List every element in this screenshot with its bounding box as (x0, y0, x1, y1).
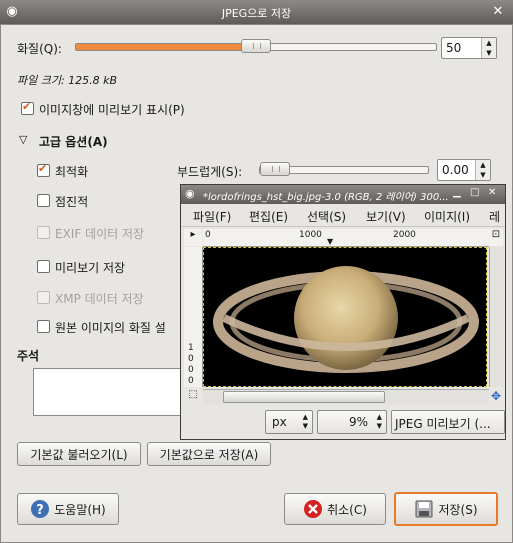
quality-spinbox[interactable]: 50 ▲ ▼ (441, 37, 497, 59)
cancel-button[interactable]: 취소(C) (284, 493, 386, 525)
unit-spin-icon: ▲ ▼ (302, 413, 308, 430)
smoothing-value: 0.00 (442, 163, 469, 177)
help-icon: ? (31, 500, 50, 518)
horizontal-ruler: 0 1000 2000 ▼ (203, 229, 489, 247)
svg-text:?: ? (36, 503, 44, 518)
zoom-value: 9% (348, 415, 368, 429)
vertical-scrollbar[interactable] (489, 247, 504, 387)
ruler-h-label: 2000 (393, 230, 416, 240)
quality-value: 50 (446, 41, 462, 55)
close-icon[interactable]: ✕ (488, 187, 496, 198)
menu-view[interactable]: 보기(V) (366, 208, 406, 225)
unit-value: px (272, 415, 287, 429)
save-label: 저장(S) (438, 502, 478, 517)
horizontal-scrollbar[interactable] (203, 389, 489, 404)
save-xmp-label: XMP 데이터 저장 (55, 292, 144, 306)
maximize-icon[interactable]: □ (470, 187, 479, 198)
save-defaults-label: 기본값으로 저장(A) (159, 447, 259, 462)
navigate-icon[interactable]: ✥ (489, 389, 503, 403)
image-canvas[interactable] (203, 247, 487, 387)
quality-slider[interactable] (75, 39, 437, 53)
zoom-spin-icon: ▲ ▼ (376, 413, 382, 430)
ruler-h-label: 1000 (299, 230, 322, 240)
window-titlebar: ◉ JPEG으로 저장 ✕ (0, 0, 513, 25)
save-xmp-checkbox (37, 291, 50, 304)
optimize-checkbox[interactable] (37, 162, 50, 177)
floppy-disk-icon (415, 500, 433, 518)
ruler-v-label: 0 (188, 376, 194, 386)
zoom-selector[interactable]: 9% ▲ ▼ (317, 410, 387, 434)
ruler-v-label: 0 (188, 365, 194, 375)
ruler-v-label: 0 (188, 354, 194, 364)
ruler-v-label: 1 (188, 343, 194, 353)
help-button[interactable]: ? 도움말(H) (17, 493, 119, 525)
quick-mask-icon[interactable]: ⬚ (184, 389, 202, 403)
expander-arrow-icon[interactable]: ▽ (19, 133, 27, 146)
quality-slider-thumb[interactable] (241, 39, 271, 53)
smoothing-spinbox[interactable]: 0.00 ▲ ▼ (437, 159, 491, 181)
original-quality-label[interactable]: 원본 이미지의 화질 설 (55, 319, 166, 336)
save-button[interactable]: 저장(S) (394, 492, 498, 526)
menu-edit[interactable]: 편집(E) (249, 208, 288, 225)
original-quality-checkbox[interactable] (37, 320, 50, 333)
preview-window-titlebar: ◉ *lordofrings_hst_big.jpg-3.0 (RGB, 2 레… (181, 185, 505, 204)
quality-spin-buttons[interactable]: ▲ ▼ (481, 38, 496, 58)
smoothing-slider[interactable] (259, 162, 429, 176)
load-defaults-label: 기본값 불러오기(L) (30, 447, 128, 462)
progressive-label[interactable]: 점진적 (55, 193, 88, 210)
smoothing-slider-thumb[interactable] (260, 162, 290, 176)
smoothing-label: 부드럽게(S): (177, 165, 243, 179)
ruler-h-label: 0 (205, 230, 211, 240)
minimize-icon[interactable]: ▁ (453, 187, 461, 198)
preview-image-window: ◉ *lordofrings_hst_big.jpg-3.0 (RGB, 2 레… (180, 184, 506, 440)
smoothing-spin-buttons[interactable]: ▲ ▼ (475, 160, 490, 180)
file-size: 파일 크기: 125.8 kB (17, 74, 118, 87)
ruler-corner-arrow-icon[interactable]: ▸ (184, 229, 202, 246)
comment-textarea[interactable] (33, 368, 183, 416)
save-defaults-button[interactable]: 기본값으로 저장(A) (147, 442, 271, 466)
status-message: JPEG 미리보기 (... (391, 410, 505, 434)
comment-label: 주석 (17, 349, 40, 363)
status-text: JPEG 미리보기 (... (395, 417, 491, 431)
horizontal-scroll-thumb[interactable] (223, 391, 385, 403)
ruler-pointer-icon: ▼ (327, 237, 334, 246)
cancel-label: 취소(C) (327, 502, 367, 517)
saturn-image (204, 248, 486, 386)
quality-label: 화질(Q): (17, 42, 62, 56)
vertical-ruler: 1 0 0 0 (184, 247, 203, 387)
help-label: 도움말(H) (54, 502, 106, 517)
eye-icon[interactable]: ◉ (185, 187, 195, 200)
menu-select[interactable]: 선택(S) (307, 208, 346, 225)
menu-layer[interactable]: 레 (489, 208, 500, 225)
save-exif-checkbox (37, 226, 50, 239)
cancel-icon (304, 500, 323, 518)
preview-menubar: 파일(F) 편집(E) 선택(S) 보기(V) 이미지(I) 레 (181, 204, 505, 227)
save-exif-label: EXIF 데이터 저장 (55, 227, 145, 241)
menu-file[interactable]: 파일(F) (193, 208, 231, 225)
preview-window-title: *lordofrings_hst_big.jpg-3.0 (RGB, 2 레이어… (203, 192, 449, 203)
window-title: JPEG으로 저장 (221, 7, 292, 20)
menu-image[interactable]: 이미지(I) (424, 208, 470, 225)
unit-selector[interactable]: px ▲ ▼ (265, 410, 313, 434)
optimize-label[interactable]: 최적화 (55, 163, 88, 180)
show-preview-checkbox[interactable] (21, 100, 34, 115)
advanced-options-header[interactable]: 고급 옵션(A) (39, 133, 108, 150)
load-defaults-button[interactable]: 기본값 불러오기(L) (17, 442, 141, 466)
zoom-window-icon[interactable]: ⊡ (489, 229, 503, 246)
save-thumbnail-label[interactable]: 미리보기 저장 (55, 259, 125, 276)
show-preview-label[interactable]: 이미지창에 미리보기 표시(P) (39, 101, 185, 118)
quality-slider-fill (76, 44, 256, 50)
save-thumbnail-checkbox[interactable] (37, 260, 50, 273)
close-icon[interactable]: ✕ (490, 4, 506, 20)
progressive-checkbox[interactable] (37, 194, 50, 207)
preview-statusbar: px ▲ ▼ 9% ▲ ▼ JPEG 미리보기 (... (181, 407, 505, 437)
